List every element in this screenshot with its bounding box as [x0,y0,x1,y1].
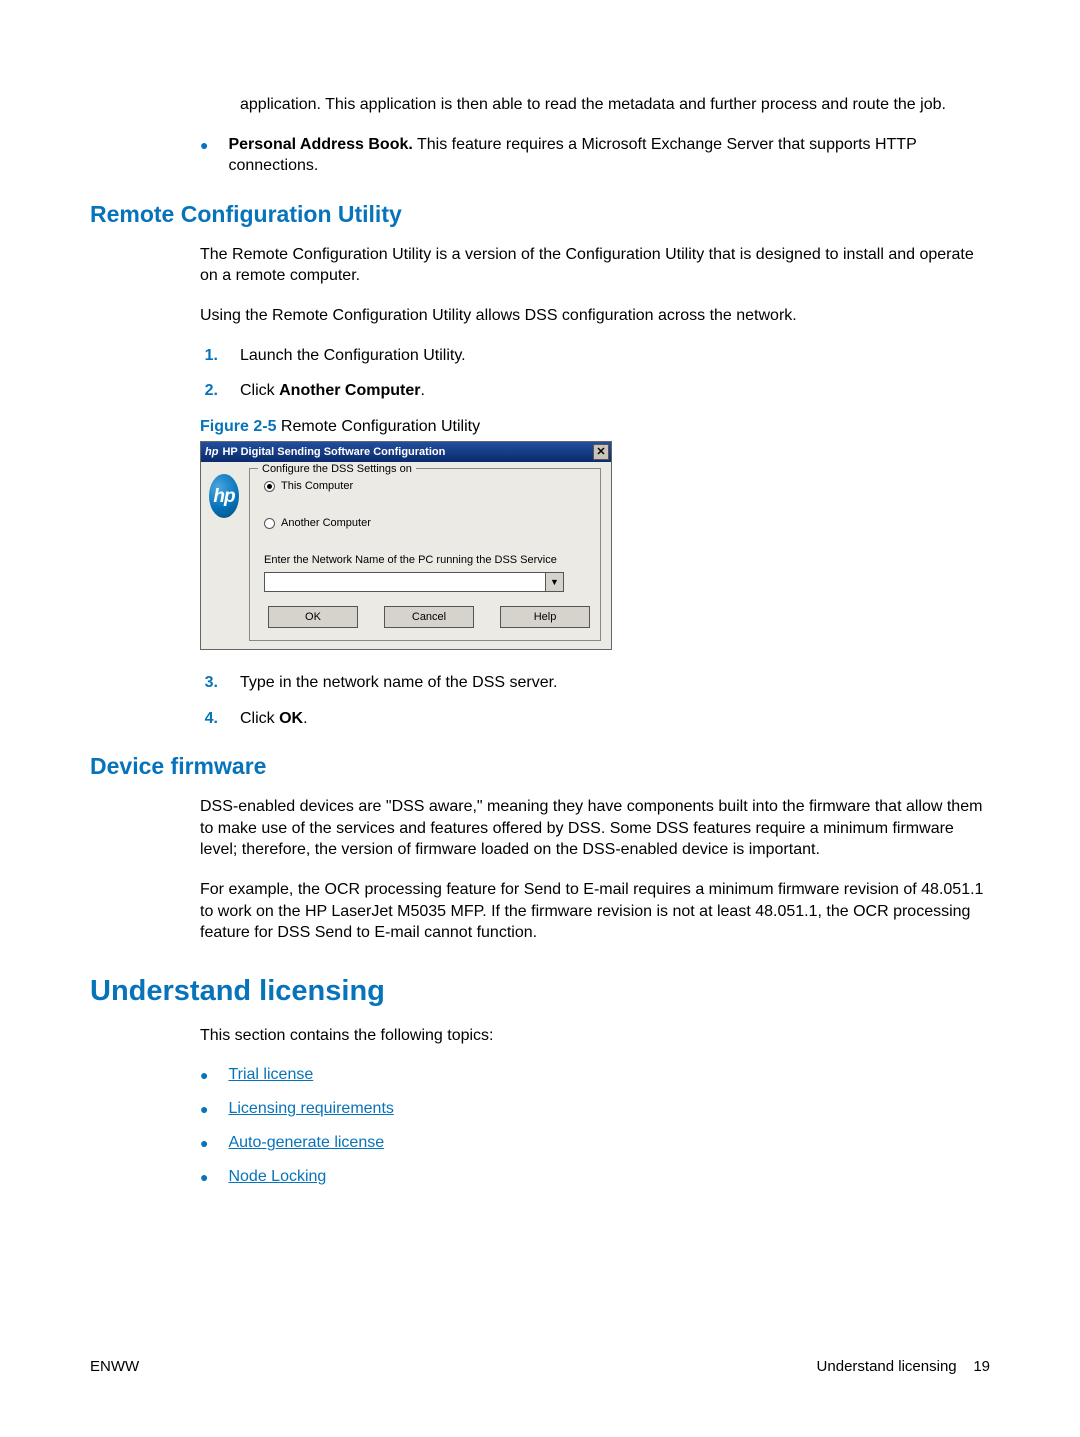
hp-title-logo-icon: hp [205,445,218,460]
close-button[interactable]: ✕ [593,444,609,460]
link-bullet-trial: ● Trial license [200,1064,990,1086]
bullet-pab-lead: Personal Address Book. [228,136,412,153]
heading-device-firmware: Device firmware [90,751,990,782]
step4-pre: Click [240,710,279,727]
figure-title: Remote Configuration Utility [276,418,480,435]
heading-understand-licensing: Understand licensing [90,972,990,1011]
step-3: 3. Type in the network name of the DSS s… [200,672,990,694]
bullet-icon: ● [200,1098,208,1120]
radio-label: Another Computer [281,516,371,531]
step-number: 2. [200,380,218,402]
radio-icon [264,518,275,529]
bullet-icon: ● [200,134,208,156]
step-text: Click Another Computer. [240,380,425,402]
ok-button[interactable]: OK [268,606,358,628]
chevron-down-icon: ▼ [550,576,559,588]
link-licensing-requirements[interactable]: Licensing requirements [228,1098,393,1120]
footer-section: Understand licensing [817,1358,957,1375]
step-4: 4. Click OK. [200,708,990,730]
step4-post: . [303,710,307,727]
link-bullet-requirements: ● Licensing requirements [200,1098,990,1120]
footer-right: Understand licensing 19 [817,1357,990,1377]
step4-bold: OK [279,710,303,727]
radio-icon [264,481,275,492]
step-number: 4. [200,708,218,730]
page-footer: ENWW Understand licensing 19 [90,1357,990,1377]
bullet-icon: ● [200,1132,208,1154]
network-name-input[interactable] [265,573,545,591]
step2-pre: Click [240,382,279,399]
help-button[interactable]: Help [500,606,590,628]
firmware-p2: For example, the OCR processing feature … [200,879,990,944]
radio-this-computer[interactable]: This Computer [264,479,590,494]
step-1: 1. Launch the Configuration Utility. [200,345,990,367]
licensing-intro: This section contains the following topi… [200,1025,990,1047]
radio-label: This Computer [281,479,353,494]
step2-bold: Another Computer [279,382,420,399]
firmware-p1: DSS-enabled devices are "DSS aware," mea… [200,796,990,861]
figure-number: Figure 2-5 [200,418,276,435]
network-name-label: Enter the Network Name of the PC running… [264,553,590,568]
fieldset-legend: Configure the DSS Settings on [258,462,416,477]
dialog-title-text: HP Digital Sending Software Configuratio… [222,445,445,460]
step-2: 2. Click Another Computer. [200,380,990,402]
step-text: Launch the Configuration Utility. [240,345,466,367]
dropdown-button[interactable]: ▼ [545,573,563,591]
figure-caption: Figure 2-5 Remote Configuration Utility [200,416,990,438]
link-auto-generate-license[interactable]: Auto-generate license [228,1132,384,1154]
intro-continuation: application. This application is then ab… [240,94,990,116]
bullet-personal-address-book: ● Personal Address Book. This feature re… [200,134,990,177]
bullet-text: Personal Address Book. This feature requ… [228,134,990,177]
bullet-icon: ● [200,1064,208,1086]
footer-left: ENWW [90,1357,139,1377]
link-bullet-auto: ● Auto-generate license [200,1132,990,1154]
step-text: Click OK. [240,708,308,730]
link-trial-license[interactable]: Trial license [228,1064,313,1086]
step-number: 3. [200,672,218,694]
link-node-locking[interactable]: Node Locking [228,1166,326,1188]
cancel-button[interactable]: Cancel [384,606,474,628]
dialog-title-bar: hp HP Digital Sending Software Configura… [201,442,611,462]
bullet-icon: ● [200,1166,208,1188]
link-bullet-node: ● Node Locking [200,1166,990,1188]
rcu-p2: Using the Remote Configuration Utility a… [200,305,990,327]
step2-post: . [420,382,424,399]
dialog-remote-config: hp HP Digital Sending Software Configura… [200,441,612,650]
rcu-p1: The Remote Configuration Utility is a ve… [200,244,990,287]
radio-another-computer[interactable]: Another Computer [264,516,590,531]
fieldset-configure-dss: Configure the DSS Settings on This Compu… [249,468,601,641]
close-icon: ✕ [596,447,605,458]
footer-page-number: 19 [973,1358,990,1375]
heading-remote-config: Remote Configuration Utility [90,199,990,230]
step-number: 1. [200,345,218,367]
hp-logo-icon: hp [209,474,239,518]
network-name-combo[interactable]: ▼ [264,572,564,592]
step-text: Type in the network name of the DSS serv… [240,672,558,694]
